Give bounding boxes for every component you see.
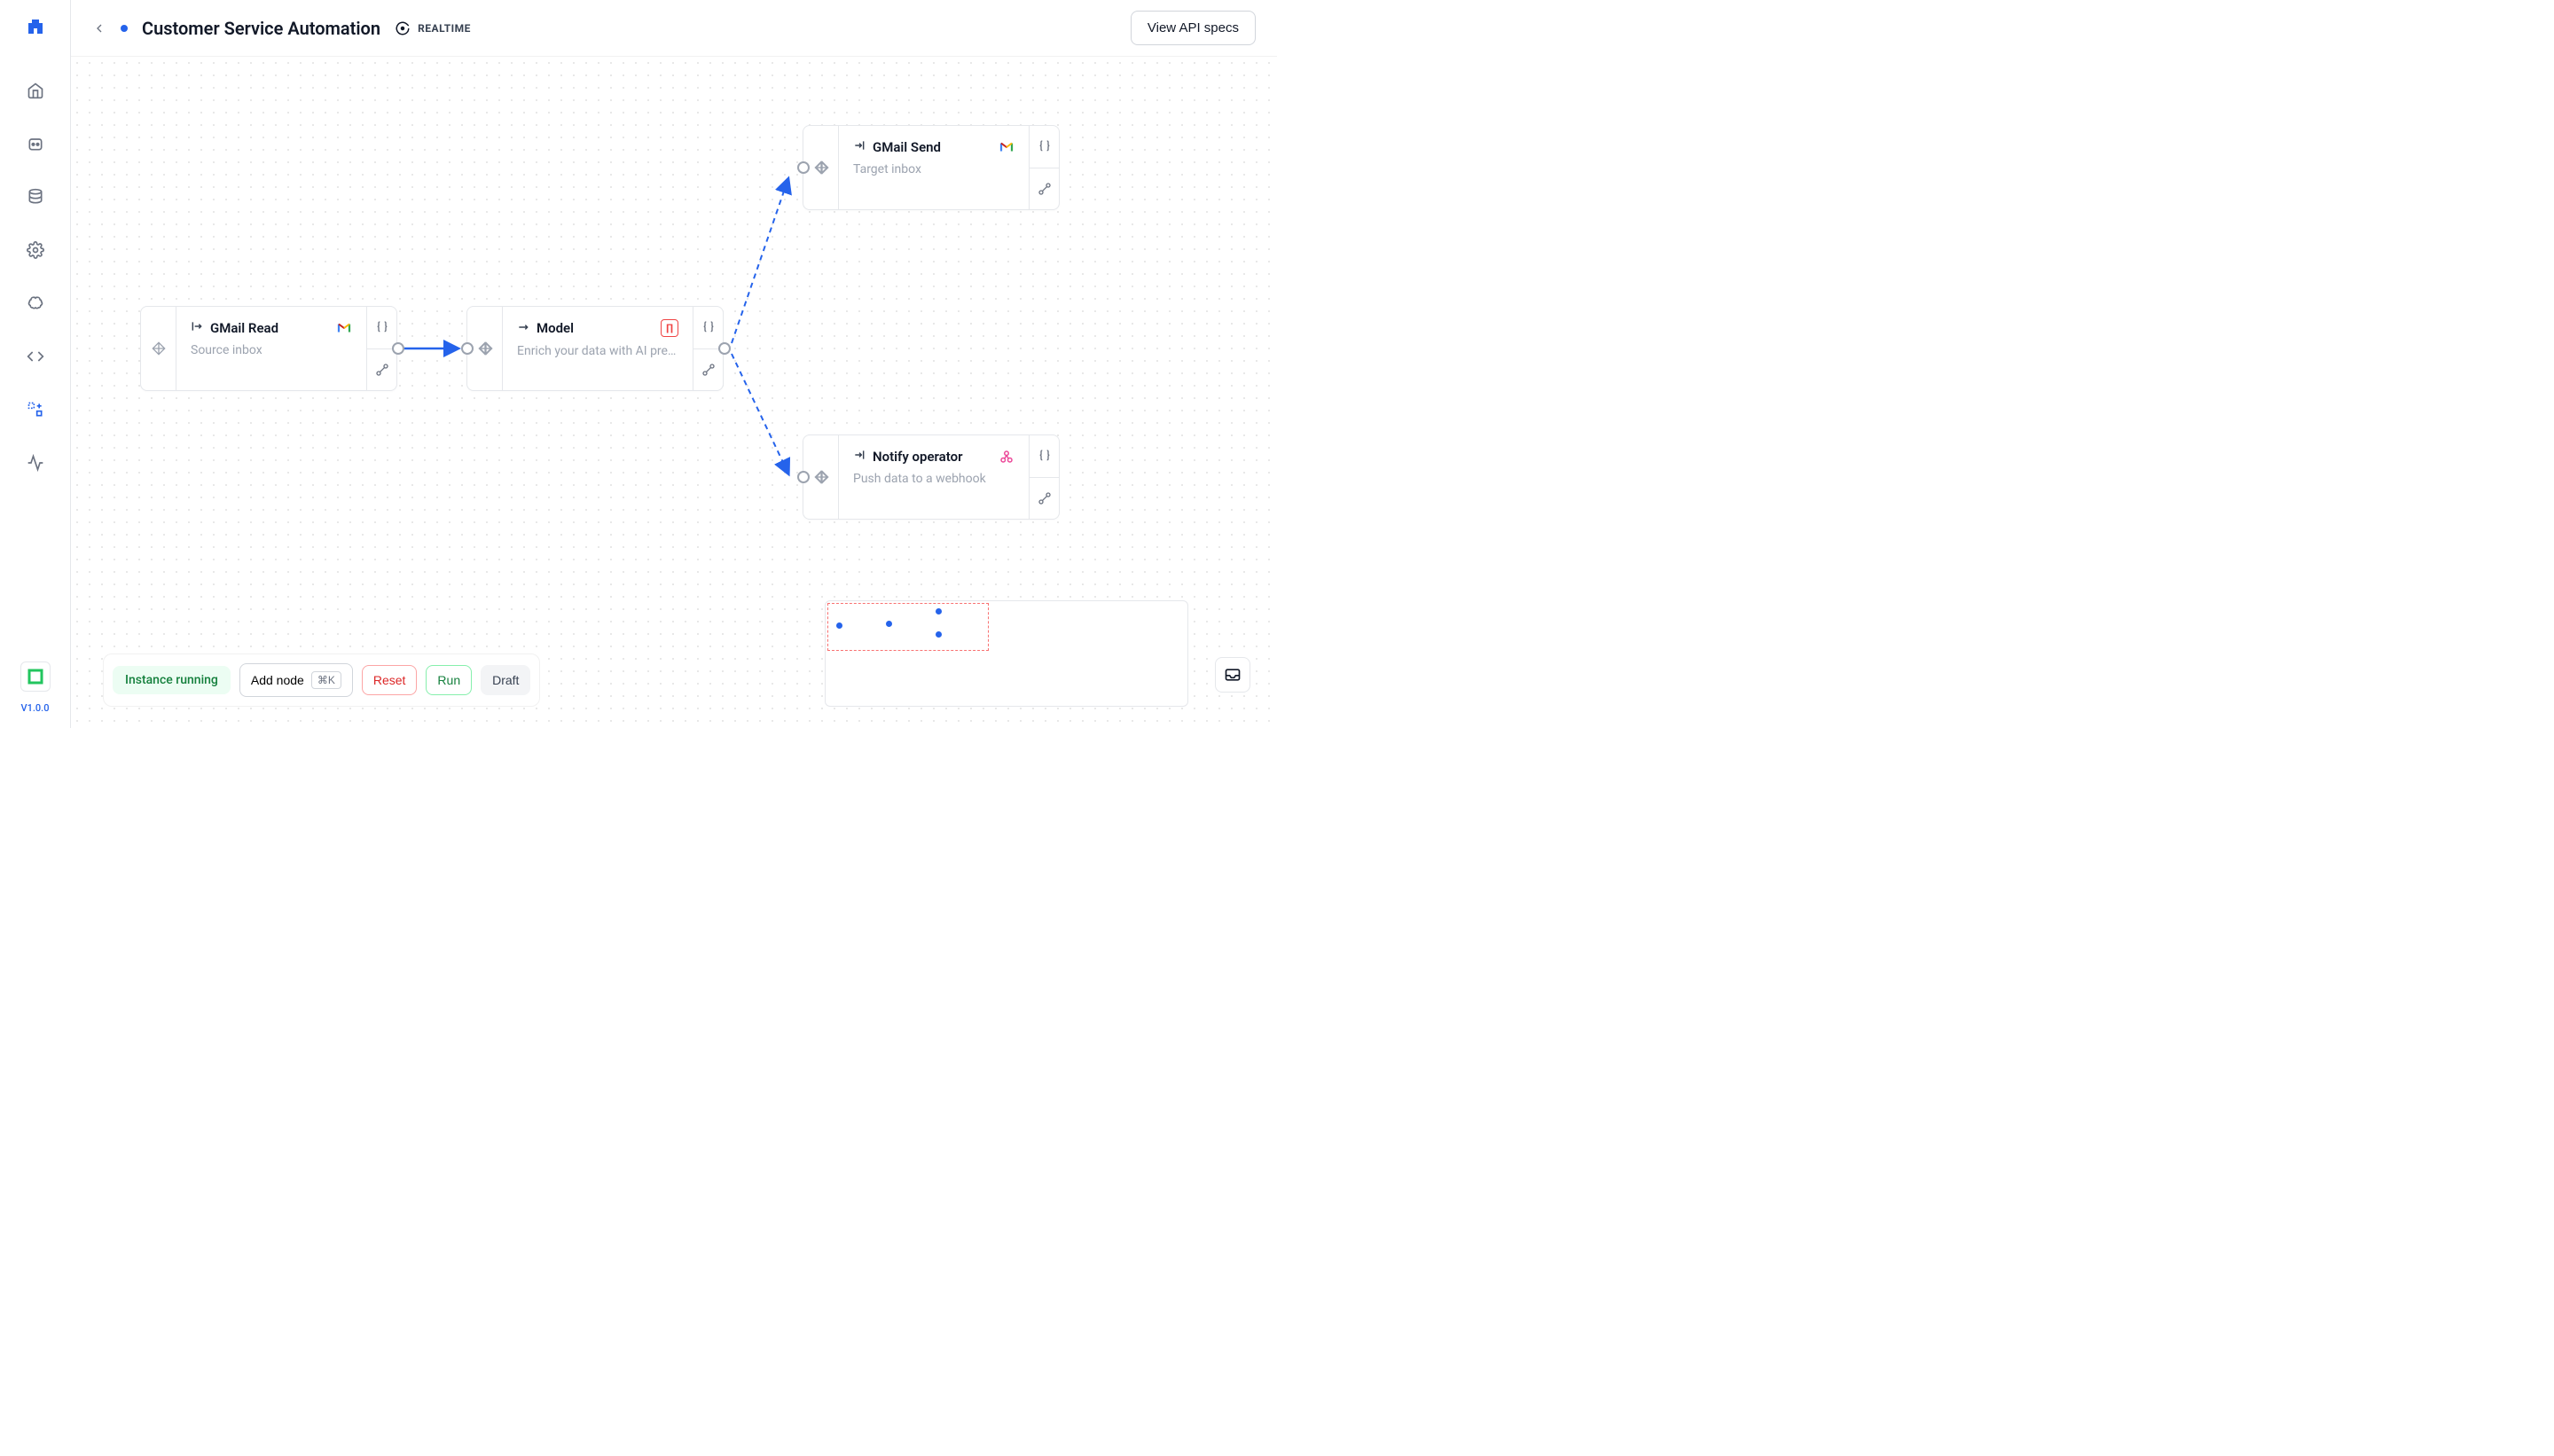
move-handle-icon[interactable] <box>815 160 831 176</box>
back-button[interactable] <box>92 21 106 35</box>
instance-status-badge: Instance running <box>113 666 231 694</box>
sidebar: V1.0.0 <box>0 0 71 728</box>
minimap[interactable] <box>825 600 1188 707</box>
input-port[interactable] <box>797 471 810 483</box>
status-dot-icon <box>121 25 128 32</box>
code-braces-icon[interactable] <box>1030 435 1059 478</box>
database-icon[interactable] <box>20 181 51 213</box>
node-desc: Push data to a webhook <box>853 472 1015 486</box>
node-desc: Target inbox <box>853 162 1015 176</box>
version-label: V1.0.0 <box>21 702 50 714</box>
node-title: Notify operator <box>873 449 962 465</box>
view-api-specs-button[interactable]: View API specs <box>1131 11 1256 45</box>
refresh-icon <box>395 20 411 36</box>
node-desc: Enrich your data with AI pre… <box>517 344 678 358</box>
node-title: GMail Send <box>873 139 941 155</box>
output-port[interactable] <box>718 342 731 355</box>
connect-icon[interactable] <box>1030 168 1059 210</box>
mode-label: REALTIME <box>418 22 471 35</box>
minimap-node-dot <box>936 608 942 614</box>
code-icon[interactable] <box>20 341 51 372</box>
reset-button[interactable]: Reset <box>362 665 418 695</box>
output-port[interactable] <box>392 342 404 355</box>
move-handle-icon[interactable] <box>815 470 831 486</box>
code-braces-icon[interactable] <box>367 307 396 349</box>
drag-handle-icon[interactable] <box>141 307 176 390</box>
node-title: GMail Read <box>210 320 278 336</box>
activity-icon[interactable] <box>20 447 51 479</box>
run-button[interactable]: Run <box>426 665 472 695</box>
connect-icon[interactable] <box>1030 478 1059 520</box>
webhook-icon <box>999 449 1015 465</box>
home-icon[interactable] <box>20 74 51 106</box>
shortcut-label: ⌘K <box>311 671 341 689</box>
topbar: Customer Service Automation REALTIME Vie… <box>71 0 1277 57</box>
realtime-badge: REALTIME <box>395 20 471 36</box>
minimap-viewport[interactable] <box>827 603 989 651</box>
minimap-node-dot <box>836 622 842 629</box>
node-notify-operator[interactable]: Notify operator Push data to a webhook <box>803 434 1060 520</box>
node-desc: Source inbox <box>191 343 352 357</box>
workflow-icon[interactable] <box>20 394 51 426</box>
expand-button[interactable] <box>1215 657 1250 693</box>
bot-icon[interactable] <box>20 128 51 160</box>
input-arrow-icon <box>853 138 866 155</box>
node-title: Model <box>537 320 574 336</box>
input-arrow-icon <box>853 448 866 465</box>
canvas[interactable]: GMail Read Source inbox <box>71 57 1277 728</box>
page-title: Customer Service Automation <box>142 18 380 39</box>
minimap-node-dot <box>886 621 892 627</box>
edge-model-to-send <box>732 181 787 343</box>
gmail-icon <box>336 320 352 336</box>
settings-icon[interactable] <box>20 234 51 266</box>
minimap-node-dot <box>936 631 942 638</box>
app-logo[interactable] <box>21 14 50 43</box>
add-node-button[interactable]: Add node ⌘K <box>239 663 353 697</box>
node-model[interactable]: Model ∏ Enrich your data with AI pre… <box>466 306 724 391</box>
inbox-icon <box>1224 666 1242 684</box>
transform-arrow-icon <box>517 320 529 337</box>
move-handle-icon[interactable] <box>479 341 495 357</box>
model-icon: ∏ <box>661 319 678 337</box>
code-braces-icon[interactable] <box>1030 126 1059 168</box>
output-arrow-icon <box>191 319 203 336</box>
connect-icon[interactable] <box>367 349 396 391</box>
node-gmail-send[interactable]: GMail Send Target inbox <box>803 125 1060 210</box>
input-port[interactable] <box>461 342 474 355</box>
gmail-icon <box>999 139 1015 155</box>
input-port[interactable] <box>797 161 810 174</box>
node-gmail-read[interactable]: GMail Read Source inbox <box>140 306 397 391</box>
status-square-icon[interactable] <box>20 661 51 692</box>
bottom-toolbar: Instance running Add node ⌘K Reset Run D… <box>103 654 540 707</box>
add-node-label: Add node <box>251 673 304 687</box>
draft-button[interactable]: Draft <box>481 665 530 695</box>
edge-model-to-notify <box>732 354 787 472</box>
code-braces-icon[interactable] <box>693 307 723 349</box>
brain-icon[interactable] <box>20 287 51 319</box>
connect-icon[interactable] <box>693 349 723 391</box>
